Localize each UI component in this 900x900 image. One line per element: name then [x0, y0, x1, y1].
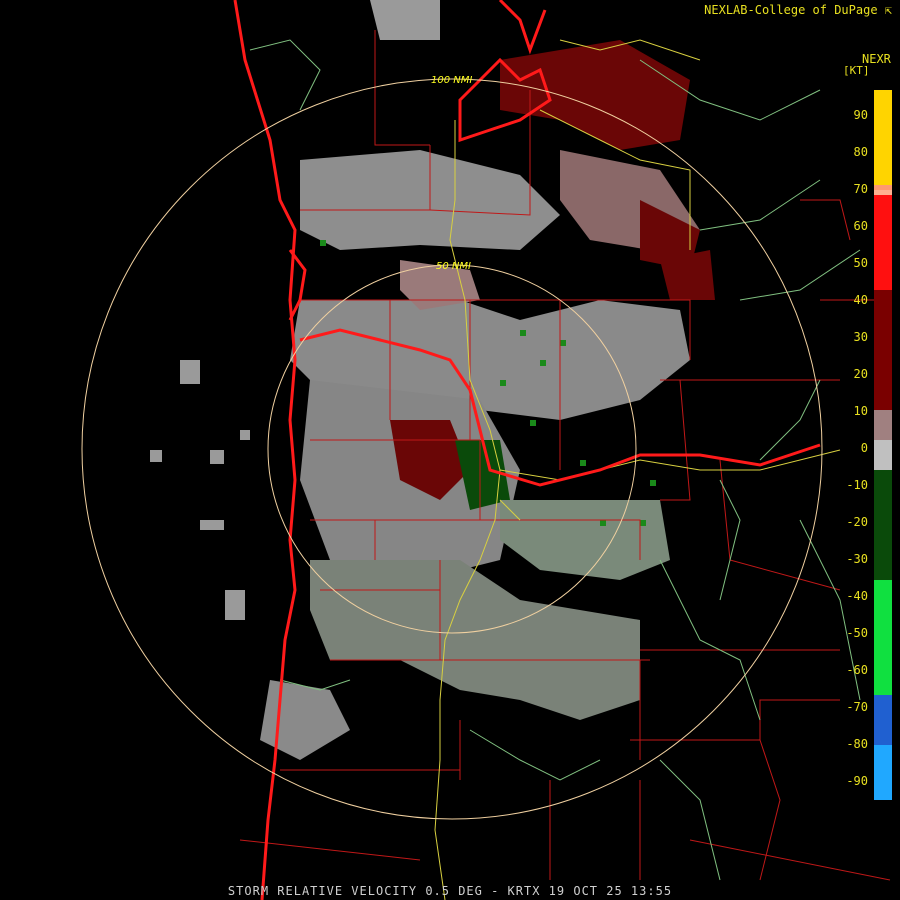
range-label-50: 50 NMI: [436, 261, 471, 272]
legend-tick: -20: [846, 515, 868, 529]
legend-tick: 40: [853, 293, 868, 307]
legend-band-yellow: [874, 90, 892, 185]
legend-band-darkred: [874, 290, 892, 410]
legend-tick: -80: [846, 737, 868, 751]
echo-scattered-west: [150, 360, 250, 620]
legend-band-lightblue: [874, 745, 892, 800]
echo-gray-sw: [260, 680, 350, 760]
legend-band-darkgreen: [874, 470, 892, 580]
legend-tick: 0: [860, 441, 868, 455]
legend-tick: -30: [846, 552, 868, 566]
legend-band-rose: [874, 410, 892, 445]
credit-link-icon[interactable]: ⇱: [878, 3, 892, 17]
legend-tick: -10: [846, 478, 868, 492]
legend-tick: 50: [853, 256, 868, 270]
legend-tick: 10: [853, 404, 868, 418]
legend-tick: 80: [853, 145, 868, 159]
legend-tick: 60: [853, 219, 868, 233]
legend-unit: [KT]: [843, 64, 870, 77]
legend-band-red: [874, 195, 892, 290]
puget-north: [498, 0, 547, 55]
legend-tick: 20: [853, 367, 868, 381]
credit-text: NEXLAB-College of DuPage ⇱: [704, 3, 892, 17]
product-caption: STORM RELATIVE VELOCITY 0.5 DEG - KRTX 1…: [227, 884, 673, 898]
legend-tick: -40: [846, 589, 868, 603]
legend-band-gray: [874, 440, 892, 470]
legend-tick: -70: [846, 700, 868, 714]
legend-band-blue: [874, 695, 892, 745]
legend-tick: 70: [853, 182, 868, 196]
pacific-coastline: [233, 0, 297, 900]
range-label-100: 100 NMI: [431, 75, 472, 86]
legend-band-green: [874, 580, 892, 695]
legend-tick: -60: [846, 663, 868, 677]
legend-tick: 30: [853, 330, 868, 344]
radar-map: 100 NMI 50 NMI: [81, 0, 892, 900]
velocity-echoes: [150, 0, 715, 760]
echo-gray-south: [310, 560, 640, 720]
legend-tick: -90: [846, 774, 868, 788]
legend-tick: -50: [846, 626, 868, 640]
echo-gray-se: [500, 500, 670, 580]
echo-gray-north2: [370, 0, 440, 40]
echo-darkred-ne: [500, 40, 690, 150]
legend-colorbar: [874, 90, 892, 800]
legend-tick: 90: [853, 108, 868, 122]
